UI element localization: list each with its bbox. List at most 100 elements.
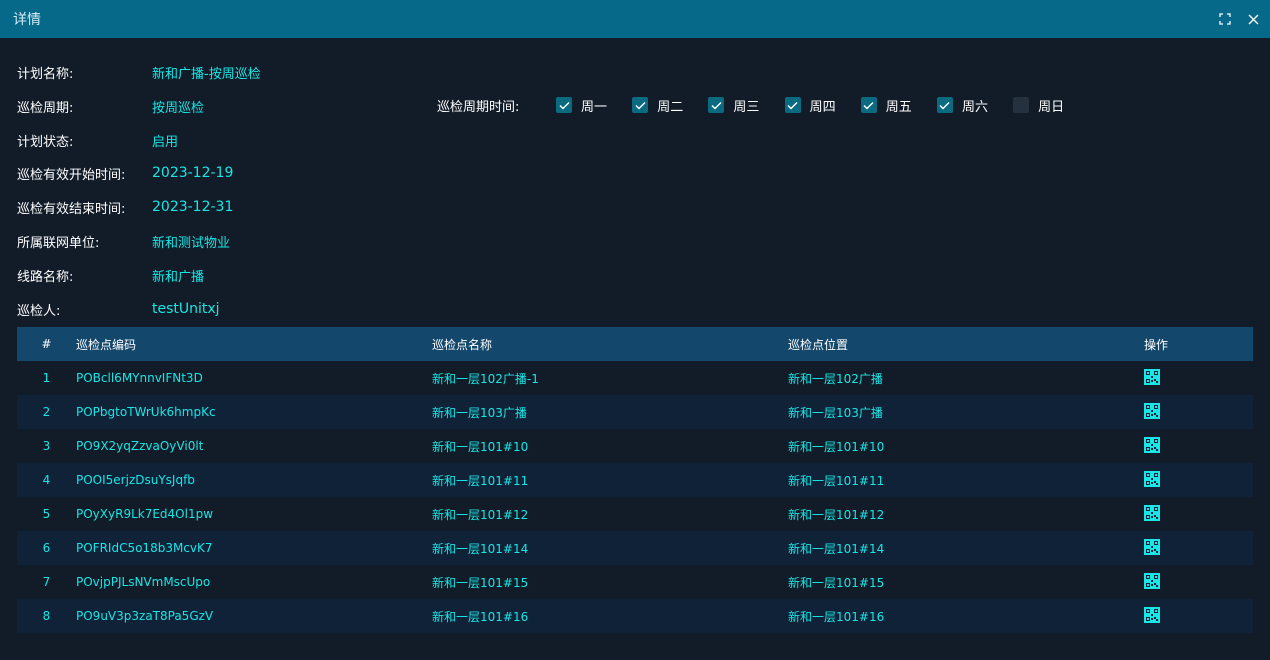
cell-code: POFRIdC5o18b3McvK7 — [76, 541, 213, 555]
cell-action — [1144, 470, 1253, 490]
table-row: 2 POPbgtoTWrUk6hmpKc 新和一层103广播 新和一层103广播 — [17, 395, 1253, 429]
qrcode-icon[interactable] — [1144, 470, 1160, 487]
table-row: 6 POFRIdC5o18b3McvK7 新和一层101#14 新和一层101#14 — [17, 531, 1253, 565]
qrcode-icon[interactable] — [1144, 606, 1160, 623]
cell-position: 新和一层101#15 — [788, 575, 885, 590]
info-row-route: 线路名称: 新和广播 — [17, 265, 204, 285]
cell-name: 新和一层101#16 — [432, 609, 529, 624]
info-row-status: 计划状态: 启用 — [17, 130, 178, 150]
weekday-selector: 巡检周期时间: 周一 周二 周三 周四 周五 周六 周日 — [437, 96, 1089, 115]
dialog-titlebar: 详情 — [0, 0, 1270, 38]
cell-position: 新和一层101#16 — [788, 609, 885, 624]
table-body: 1 POBcll6MYnnvIFNt3D 新和一层102广播-1 新和一层102广播 2… — [17, 361, 1253, 633]
weekday-option[interactable]: 周日 — [1013, 96, 1089, 115]
cell-code: POPbgtoTWrUk6hmpKc — [76, 405, 216, 419]
cell-action — [1144, 572, 1253, 592]
checkbox-checked[interactable] — [860, 97, 877, 113]
cell-name: 新和一层101#15 — [432, 575, 529, 590]
qrcode-icon[interactable] — [1144, 402, 1160, 419]
cell-index: 4 — [42, 473, 51, 487]
cell-action — [1144, 402, 1253, 422]
column-header-index: # — [41, 337, 52, 351]
cell-name: 新和一层101#10 — [432, 439, 529, 454]
weekday-option-label: 周四 — [809, 99, 836, 115]
qrcode-icon[interactable] — [1144, 504, 1160, 521]
info-row-plan-name: 计划名称: 新和广播-按周巡检 — [17, 62, 261, 82]
details-dialog: 详情 计划名称: 新和广播-按周巡检 巡检周期: 按周巡检 计划状态: 启用 巡… — [0, 0, 1270, 660]
info-row-inspector: 巡检人: testUnitxj — [17, 299, 220, 319]
info-value: 新和广播-按周巡检 — [152, 66, 261, 82]
checkbox-checked[interactable] — [632, 97, 649, 113]
info-label: 巡检有效结束时间: — [17, 201, 126, 217]
cell-index: 6 — [42, 541, 51, 555]
cell-index: 8 — [42, 609, 51, 623]
checkbox-checked[interactable] — [556, 97, 572, 113]
checkpoint-table: # 巡检点编码 巡检点名称 巡检点位置 操作 1 POBcll6MYnnvIFNt… — [17, 327, 1253, 633]
cell-name: 新和一层101#12 — [432, 507, 529, 522]
weekday-option[interactable]: 周一 — [556, 96, 632, 115]
weekday-option[interactable]: 周五 — [860, 96, 937, 115]
qrcode-icon[interactable] — [1144, 572, 1160, 589]
info-value: 2023-12-31 — [152, 199, 234, 215]
cell-code: PO9X2yqZzvaOyVi0lt — [76, 439, 204, 453]
checkmark-icon — [635, 101, 646, 109]
weekday-option[interactable]: 周二 — [632, 96, 708, 115]
checkbox-checked[interactable] — [936, 97, 953, 113]
cell-name: 新和一层102广播-1 — [432, 371, 539, 386]
info-value: 启用 — [152, 134, 179, 150]
cell-index: 3 — [42, 439, 51, 453]
cell-position: 新和一层101#14 — [788, 541, 885, 556]
info-label: 巡检有效开始时间: — [17, 167, 126, 183]
column-header-name: 巡检点名称 — [432, 337, 493, 352]
cell-position: 新和一层101#12 — [788, 507, 885, 522]
info-value: 新和测试物业 — [152, 235, 231, 251]
cell-name: 新和一层101#14 — [432, 541, 529, 556]
cell-code: POyXyR9Lk7Ed4Ol1pw — [76, 507, 214, 521]
weekday-label: 巡检周期时间: — [437, 99, 520, 115]
weekday-option[interactable]: 周三 — [708, 96, 784, 115]
checkbox-checked[interactable] — [708, 97, 725, 113]
weekday-option-label: 周三 — [733, 99, 760, 115]
table-row: 1 POBcll6MYnnvIFNt3D 新和一层102广播-1 新和一层102广播 — [17, 361, 1253, 395]
checkmark-icon — [863, 101, 874, 109]
dialog-title: 详情 — [13, 12, 41, 28]
weekday-option-label: 周二 — [657, 99, 684, 115]
cell-position: 新和一层102广播 — [788, 371, 883, 386]
info-label: 所属联网单位: — [17, 235, 100, 251]
info-value: 2023-12-19 — [152, 165, 234, 181]
checkmark-icon — [939, 101, 950, 109]
table-row: 4 POOI5erjzDsuYsJqfb 新和一层101#11 新和一层101#11 — [17, 463, 1253, 497]
qrcode-icon[interactable] — [1144, 436, 1160, 453]
weekday-option-label: 周五 — [885, 99, 912, 115]
cell-index: 1 — [42, 371, 51, 385]
checkmark-icon — [559, 101, 569, 109]
plan-info: 计划名称: 新和广播-按周巡检 巡检周期: 按周巡检 计划状态: 启用 巡检有效… — [0, 38, 1270, 326]
column-header-position: 巡检点位置 — [788, 337, 849, 352]
qrcode-icon[interactable] — [1144, 538, 1160, 555]
checkbox-unchecked[interactable] — [1013, 97, 1030, 113]
close-icon[interactable] — [1246, 12, 1260, 26]
weekday-option-label: 周六 — [961, 99, 988, 115]
cell-code: POBcll6MYnnvIFNt3D — [76, 371, 203, 385]
info-label: 巡检人: — [17, 303, 61, 319]
info-value: testUnitxj — [152, 301, 220, 317]
cell-action — [1144, 368, 1253, 388]
weekday-option[interactable]: 周六 — [936, 96, 1013, 115]
weekday-option-label: 周一 — [581, 99, 608, 115]
cell-position: 新和一层101#10 — [788, 439, 885, 454]
cell-code: PO9uV3p3zaT8Pa5GzV — [76, 609, 214, 623]
cell-action — [1144, 436, 1253, 456]
cell-name: 新和一层103广播 — [432, 405, 527, 420]
weekday-option[interactable]: 周四 — [784, 96, 861, 115]
info-label: 巡检周期: — [17, 100, 74, 116]
checkmark-icon — [711, 101, 722, 109]
maximize-icon[interactable] — [1218, 12, 1232, 26]
info-value: 新和广播 — [152, 269, 205, 285]
cell-index: 2 — [42, 405, 51, 419]
qrcode-icon[interactable] — [1144, 368, 1160, 385]
titlebar-actions — [1218, 12, 1260, 26]
info-row-start-date: 巡检有效开始时间: 2023-12-19 — [17, 163, 233, 183]
info-label: 计划名称: — [17, 66, 74, 82]
checkbox-checked[interactable] — [784, 97, 801, 113]
info-row-end-date: 巡检有效结束时间: 2023-12-31 — [17, 197, 233, 217]
